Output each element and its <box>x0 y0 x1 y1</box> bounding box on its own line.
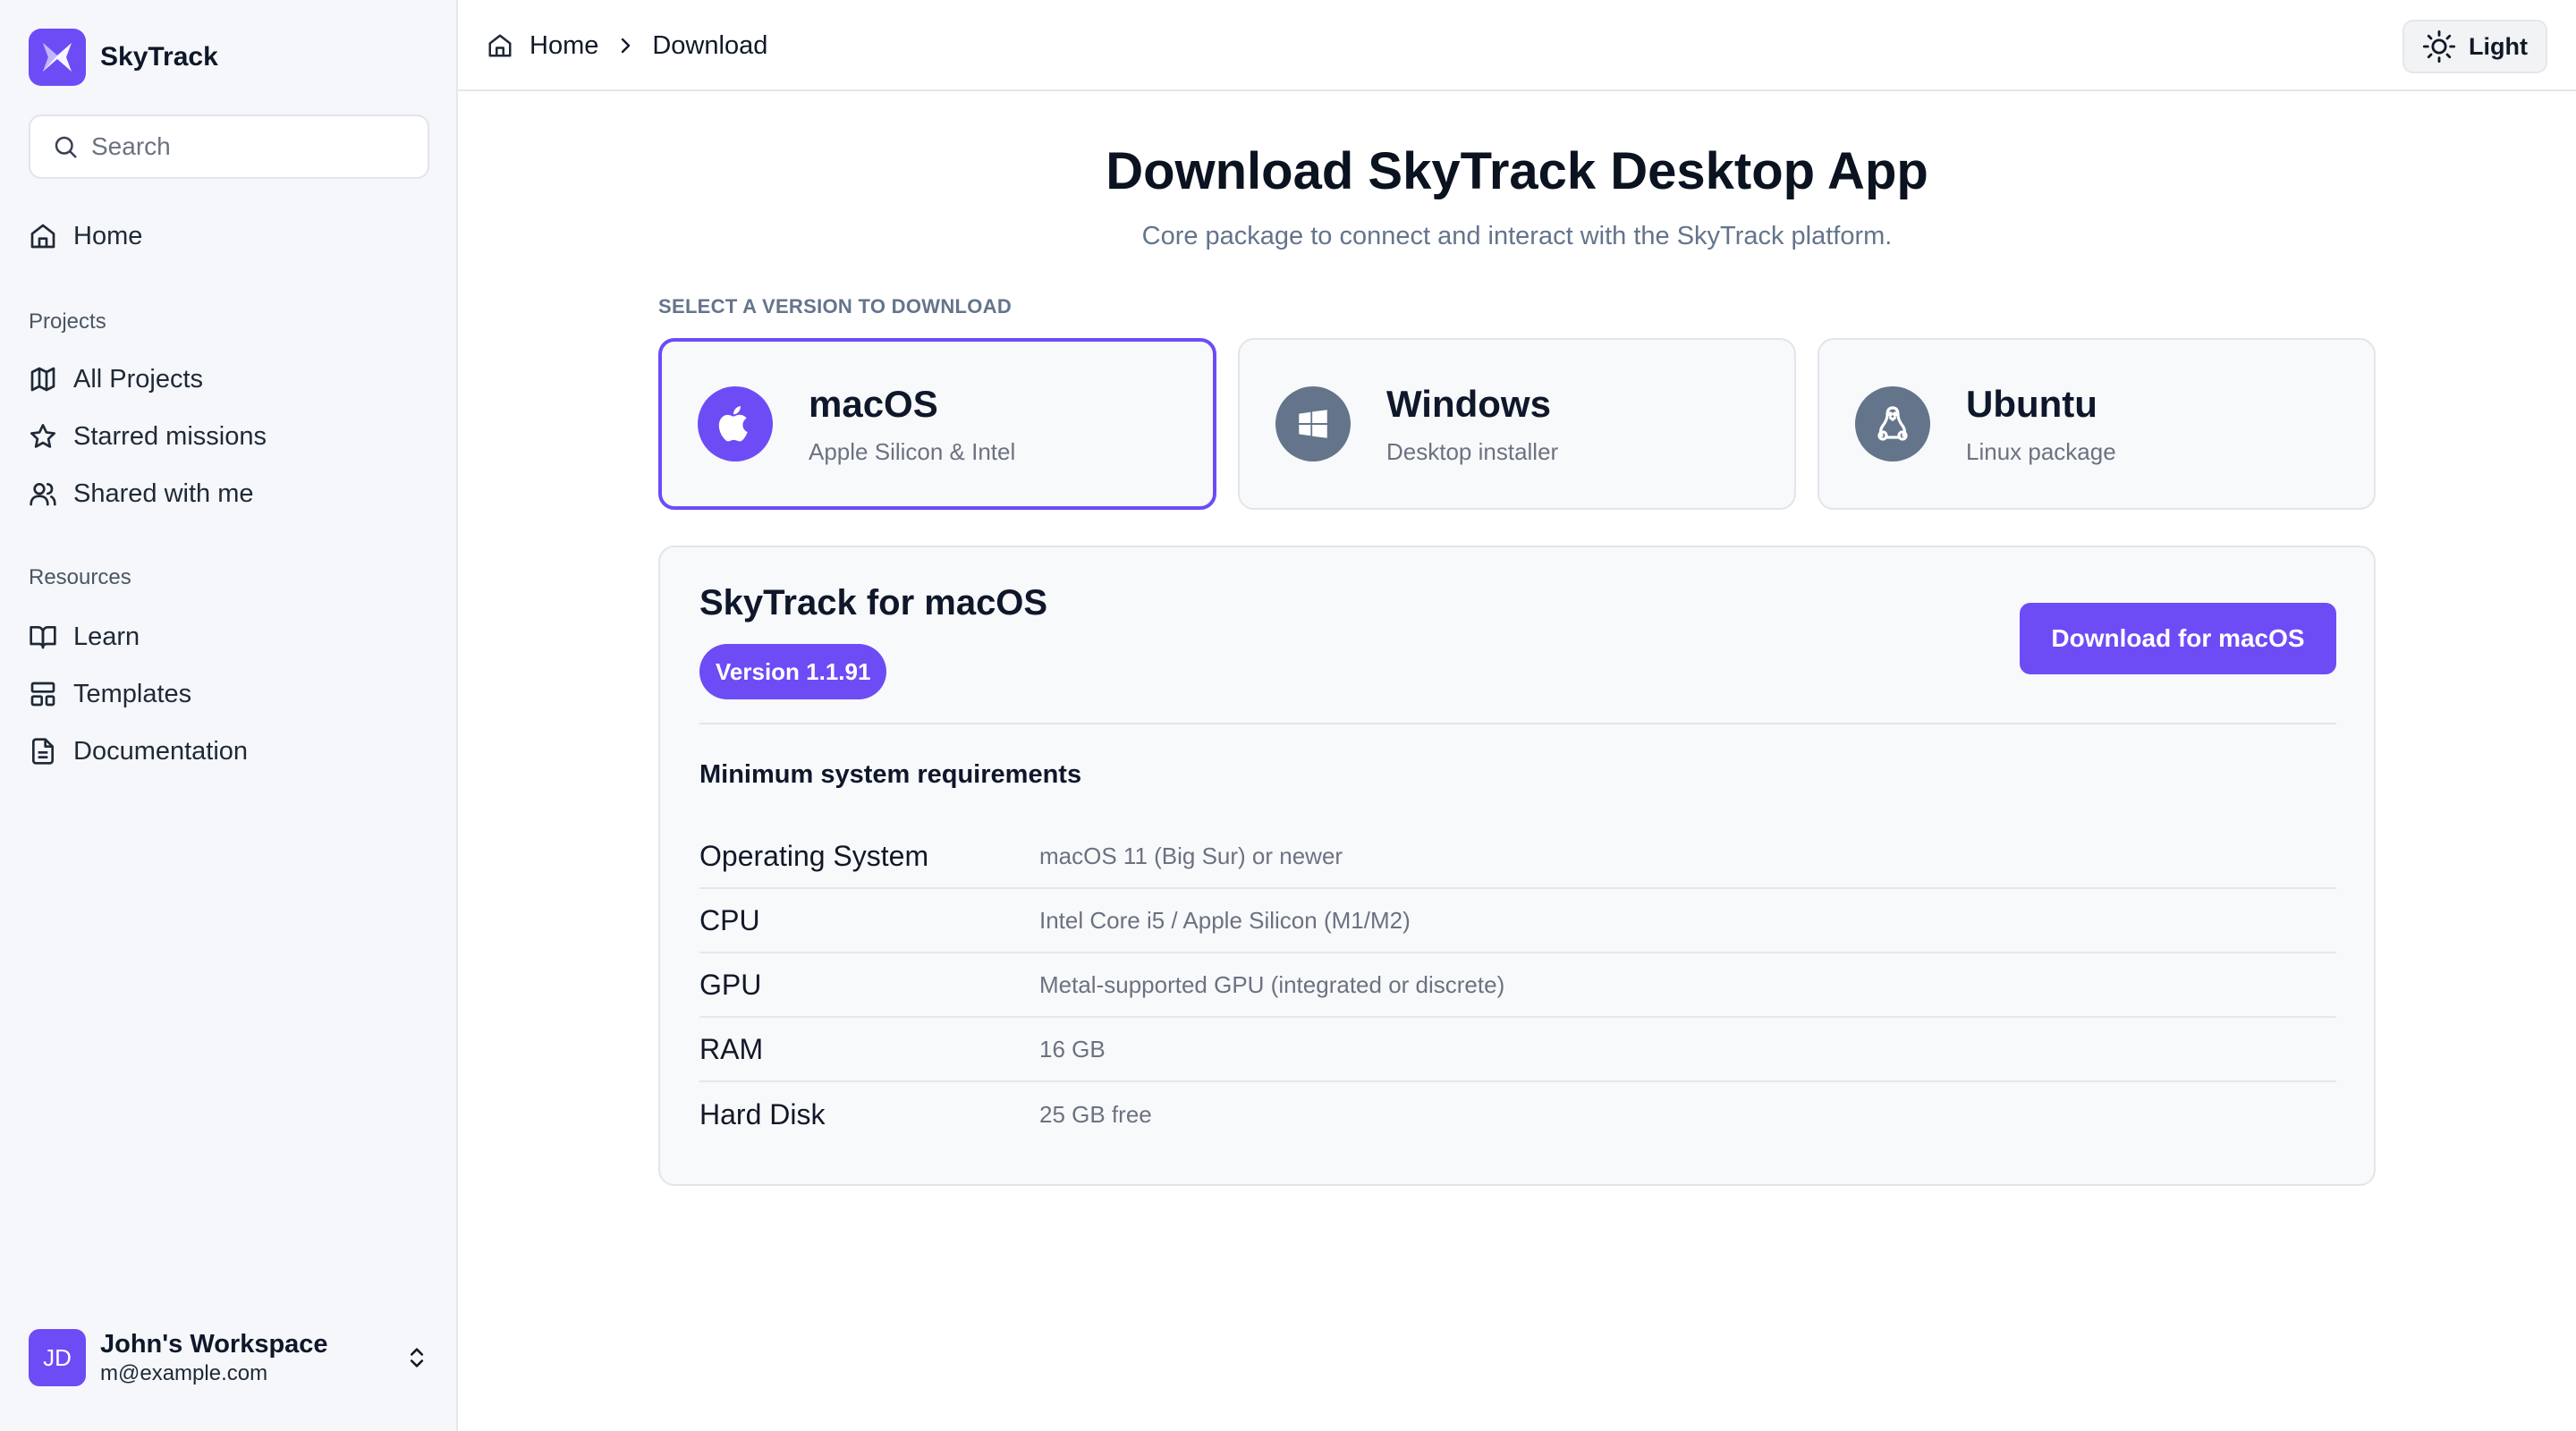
sidebar-item-label: Documentation <box>73 736 249 766</box>
requirement-value: macOS 11 (Big Sur) or newer <box>1039 842 1343 869</box>
requirements-heading: Minimum system requirements <box>699 760 1082 789</box>
sidebar: SkyTrack Home Projects All Projects Star… <box>0 0 458 1431</box>
requirement-row: CPU Intel Core i5 / Apple Silicon (M1/M2… <box>699 889 2336 953</box>
sidebar-item-shared-with-me[interactable]: Shared with me <box>29 472 254 515</box>
layout-template-icon <box>30 682 55 707</box>
os-name: macOS <box>809 382 938 425</box>
brand-name: SkyTrack <box>100 42 218 72</box>
file-text-icon <box>32 738 54 765</box>
os-card-windows[interactable]: Windows Desktop installer <box>1238 338 1796 510</box>
sun-icon <box>2422 30 2456 64</box>
search-input[interactable] <box>91 132 395 161</box>
search-icon <box>55 136 77 158</box>
book-open-icon <box>30 626 56 649</box>
top-bar: Home Download Light <box>458 0 2576 91</box>
sidebar-item-learn[interactable]: Learn <box>29 615 140 658</box>
requirement-value: 16 GB <box>1039 1035 1106 1063</box>
sidebar-item-templates[interactable]: Templates <box>29 673 191 716</box>
sidebar-item-label: Shared with me <box>73 478 254 508</box>
os-card-ubuntu[interactable]: Ubuntu Linux package <box>1818 338 2376 510</box>
section-label-projects: Projects <box>29 309 106 334</box>
requirement-value: Metal-supported GPU (integrated or discr… <box>1039 970 1505 998</box>
divider <box>699 723 2336 724</box>
os-card-text: macOS Apple Silicon & Intel <box>809 383 1015 466</box>
theme-toggle-button[interactable]: Light <box>2402 20 2547 73</box>
avatar: JD <box>29 1329 86 1386</box>
os-card-macos[interactable]: macOS Apple Silicon & Intel <box>658 338 1216 510</box>
sidebar-item-all-projects[interactable]: All Projects <box>29 358 203 401</box>
workspace-name: John's Workspace <box>100 1329 328 1359</box>
requirements-table: Operating System macOS 11 (Big Sur) or n… <box>699 825 2336 1147</box>
sidebar-item-starred-missions[interactable]: Starred missions <box>29 415 267 458</box>
sidebar-item-label: Learn <box>73 622 140 651</box>
requirement-row: Operating System macOS 11 (Big Sur) or n… <box>699 825 2336 889</box>
sidebar-item-label: All Projects <box>73 364 204 394</box>
requirement-key: GPU <box>699 968 762 1001</box>
download-detail-panel: SkyTrack for macOS Version 1.1.91 Downlo… <box>658 546 2376 1186</box>
requirement-key: Hard Disk <box>699 1097 826 1130</box>
home-icon[interactable] <box>487 32 513 59</box>
os-card-text: Windows Desktop installer <box>1386 383 1558 466</box>
workspace-email: m@example.com <box>100 1360 268 1385</box>
section-label-resources: Resources <box>29 565 131 589</box>
os-name: Ubuntu <box>1966 382 2097 425</box>
detail-title: SkyTrack for macOS <box>699 583 1048 622</box>
workspace-info: John's Workspace m@example.com <box>100 1330 404 1386</box>
sidebar-item-home[interactable]: Home <box>29 215 142 258</box>
breadcrumb-current: Download <box>652 30 768 60</box>
os-name: Windows <box>1386 382 1551 425</box>
requirement-key: RAM <box>699 1032 764 1065</box>
os-desc: Apple Silicon & Intel <box>809 437 1016 465</box>
linux-icon <box>1855 386 1930 461</box>
chevron-right-icon <box>622 38 631 54</box>
select-version-label: SELECT A VERSION TO DOWNLOAD <box>658 295 1013 318</box>
workspace-switcher[interactable]: JD John's Workspace m@example.com <box>29 1327 429 1388</box>
sidebar-item-documentation[interactable]: Documentation <box>29 730 248 773</box>
users-icon <box>30 483 56 506</box>
os-desc: Desktop installer <box>1386 437 1559 465</box>
sidebar-item-label: Templates <box>73 679 192 708</box>
search-box[interactable] <box>29 114 429 179</box>
requirement-key: Operating System <box>699 839 929 872</box>
os-card-text: Ubuntu Linux package <box>1966 383 2116 466</box>
requirement-value: 25 GB free <box>1039 1100 1152 1128</box>
apple-icon <box>698 386 773 461</box>
sidebar-item-label: Home <box>73 221 143 250</box>
requirement-key: CPU <box>699 903 760 936</box>
version-badge: Version 1.1.91 <box>699 644 887 699</box>
breadcrumb: Home Download <box>487 27 767 64</box>
requirement-row: RAM 16 GB <box>699 1018 2336 1082</box>
page-subtitle: Core package to connect and interact wit… <box>1141 222 1893 250</box>
requirement-row: Hard Disk 25 GB free <box>699 1082 2336 1147</box>
theme-label: Light <box>2469 32 2528 60</box>
breadcrumb-home[interactable]: Home <box>530 31 598 61</box>
star-icon <box>30 424 55 448</box>
brand[interactable]: SkyTrack <box>29 29 218 86</box>
home-icon <box>30 224 55 249</box>
map-icon <box>30 367 55 392</box>
os-desc: Linux package <box>1966 437 2116 465</box>
chevrons-up-down-icon[interactable] <box>404 1345 429 1370</box>
page-title: Download SkyTrack Desktop App <box>1106 142 1928 200</box>
download-button[interactable]: Download for macOS <box>2020 603 2336 674</box>
requirement-row: GPU Metal-supported GPU (integrated or d… <box>699 953 2336 1018</box>
windows-icon <box>1275 386 1351 461</box>
skytrack-logo-icon <box>29 29 86 86</box>
requirement-value: Intel Core i5 / Apple Silicon (M1/M2) <box>1039 906 1411 934</box>
sidebar-item-label: Starred missions <box>73 421 267 451</box>
main-content: Home Download Light Download SkyTrack De… <box>458 0 2576 1431</box>
